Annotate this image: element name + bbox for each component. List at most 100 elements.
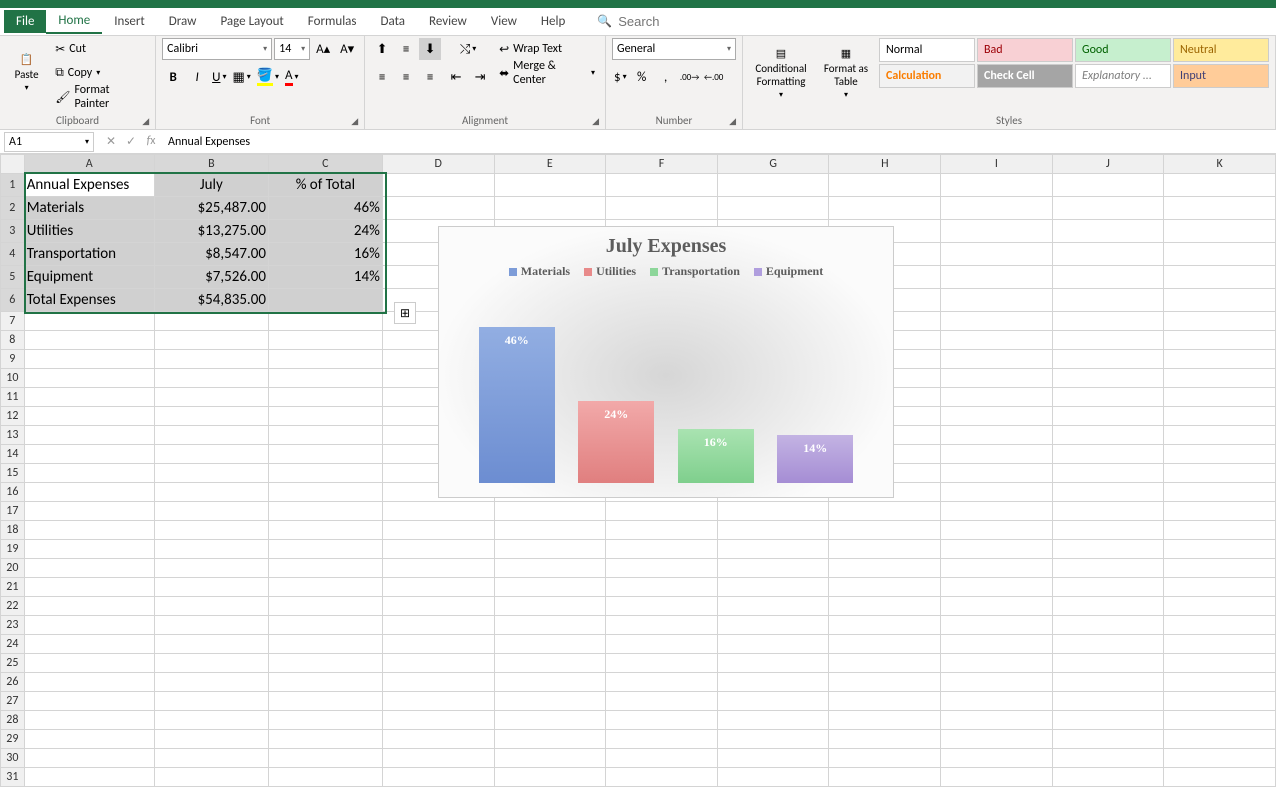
cell-B15[interactable] [154,464,268,483]
col-header-G[interactable]: G [717,155,829,174]
cell-D26[interactable] [382,673,494,692]
tab-file[interactable]: File [4,10,46,33]
cell-H2[interactable] [829,197,941,220]
cell-B5[interactable]: $7,526.00 [154,266,268,289]
cell-E26[interactable] [494,673,606,692]
cell-J21[interactable] [1052,578,1164,597]
tab-help[interactable]: Help [529,10,577,33]
font-color-button[interactable]: A▾ [283,66,301,88]
cell-H21[interactable] [829,578,941,597]
cell-I11[interactable] [941,388,1053,407]
cancel-formula-button[interactable]: ✕ [102,134,120,149]
decrease-decimal-button[interactable]: ←.00 [703,66,725,88]
cell-J4[interactable] [1052,243,1164,266]
cell-C21[interactable] [268,578,382,597]
cell-I19[interactable] [941,540,1053,559]
cell-K16[interactable] [1164,483,1276,502]
cell-J31[interactable] [1052,768,1164,787]
cell-F27[interactable] [606,692,718,711]
cell-E25[interactable] [494,654,606,673]
row-header-29[interactable]: 29 [1,730,25,749]
cell-K21[interactable] [1164,578,1276,597]
launcher-icon[interactable]: ◢ [729,116,736,127]
cell-I26[interactable] [941,673,1053,692]
row-header-24[interactable]: 24 [1,635,25,654]
cell-B26[interactable] [154,673,268,692]
row-header-17[interactable]: 17 [1,502,25,521]
increase-font-button[interactable]: A▴ [312,38,334,60]
cell-E29[interactable] [494,730,606,749]
cell-B3[interactable]: $13,275.00 [154,220,268,243]
cell-K1[interactable] [1164,174,1276,197]
fx-button[interactable]: fx [142,134,160,149]
copy-button[interactable]: ⧉Copy▾ [51,62,149,84]
cell-G1[interactable] [717,174,829,197]
cell-C1[interactable]: % of Total [268,174,382,197]
cell-K10[interactable] [1164,369,1276,388]
font-size-combo[interactable]: 14▾ [274,38,310,60]
cell-B30[interactable] [154,749,268,768]
cell-I20[interactable] [941,559,1053,578]
cell-G24[interactable] [717,635,829,654]
cell-J28[interactable] [1052,711,1164,730]
cell-B25[interactable] [154,654,268,673]
cell-E28[interactable] [494,711,606,730]
cell-G27[interactable] [717,692,829,711]
cell-H29[interactable] [829,730,941,749]
cell-H30[interactable] [829,749,941,768]
merge-center-button[interactable]: ⬌Merge & Center▾ [495,62,599,84]
cell-G28[interactable] [717,711,829,730]
cell-G19[interactable] [717,540,829,559]
cell-C16[interactable] [268,483,382,502]
cell-F18[interactable] [606,521,718,540]
cell-C31[interactable] [268,768,382,787]
cell-D2[interactable] [382,197,494,220]
tab-draw[interactable]: Draw [157,10,209,33]
cell-B12[interactable] [154,407,268,426]
cell-K26[interactable] [1164,673,1276,692]
cell-F21[interactable] [606,578,718,597]
percent-button[interactable]: % [631,66,653,88]
row-header-27[interactable]: 27 [1,692,25,711]
cell-E17[interactable] [494,502,606,521]
cell-E22[interactable] [494,597,606,616]
cell-H24[interactable] [829,635,941,654]
cell-A11[interactable] [24,388,154,407]
enter-formula-button[interactable]: ✓ [122,134,140,149]
cell-I6[interactable] [941,289,1053,312]
cell-A24[interactable] [24,635,154,654]
cell-I10[interactable] [941,369,1053,388]
row-header-13[interactable]: 13 [1,426,25,445]
cell-F19[interactable] [606,540,718,559]
cell-E27[interactable] [494,692,606,711]
cell-F29[interactable] [606,730,718,749]
cell-F2[interactable] [606,197,718,220]
cell-K13[interactable] [1164,426,1276,445]
name-box[interactable]: A1▾ [4,132,94,152]
cell-A31[interactable] [24,768,154,787]
cell-C28[interactable] [268,711,382,730]
cell-I7[interactable] [941,312,1053,331]
cell-F20[interactable] [606,559,718,578]
cell-D24[interactable] [382,635,494,654]
row-header-21[interactable]: 21 [1,578,25,597]
cell-J11[interactable] [1052,388,1164,407]
cell-K31[interactable] [1164,768,1276,787]
cell-I9[interactable] [941,350,1053,369]
cell-A17[interactable] [24,502,154,521]
cell-A14[interactable] [24,445,154,464]
launcher-icon[interactable]: ◢ [351,116,358,127]
row-header-1[interactable]: 1 [1,174,25,197]
style-normal[interactable]: Normal [879,38,975,62]
format-painter-button[interactable]: 🖌Format Painter [51,86,149,108]
orientation-button[interactable]: ⤭▾ [445,38,491,60]
bold-button[interactable]: B [162,66,184,88]
cell-G20[interactable] [717,559,829,578]
cell-styles-gallery[interactable]: Normal Bad Good Neutral Calculation Chec… [879,38,1269,88]
cell-C6[interactable] [268,289,382,312]
cell-I30[interactable] [941,749,1053,768]
number-format-combo[interactable]: General▾ [612,38,736,60]
cell-D18[interactable] [382,521,494,540]
cell-B28[interactable] [154,711,268,730]
cell-H22[interactable] [829,597,941,616]
